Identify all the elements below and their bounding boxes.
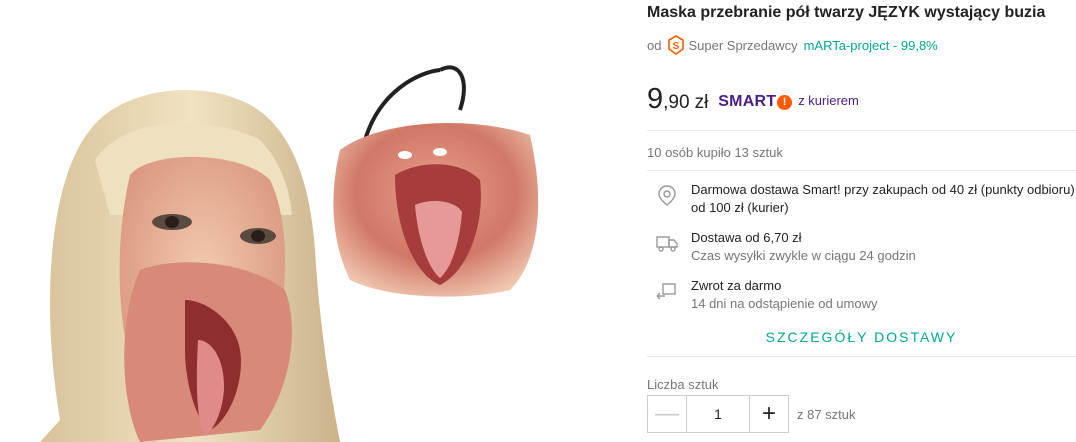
super-seller-label: Super Sprzedawcy bbox=[688, 37, 798, 53]
price-decimal: ,90 bbox=[663, 92, 690, 113]
divider bbox=[647, 130, 1076, 131]
dispatch-time: Czas wysyłki zwykle w ciągu 24 godzin bbox=[691, 248, 916, 263]
product-photo bbox=[40, 65, 539, 442]
delivery-details-link[interactable]: SZCZEGÓŁY DOSTAWY bbox=[647, 329, 1076, 345]
free-return: Zwrot za darmo bbox=[691, 278, 782, 293]
location-pin-icon bbox=[658, 185, 676, 206]
price-row: 9 ,90 zł SMART! z kurierem bbox=[647, 83, 859, 116]
free-shipping-line2: od 100 zł (kurier) bbox=[691, 200, 789, 215]
super-seller-icon: S bbox=[668, 35, 685, 55]
seller-row: od S Super Sprzedawcy mARTa-project - 99… bbox=[647, 35, 938, 55]
return-period: 14 dni na odstąpienie od umowy bbox=[691, 296, 878, 311]
return-icon bbox=[656, 283, 676, 300]
divider bbox=[647, 356, 1076, 357]
product-title: Maska przebranie pół twarzy JĘZYK wystaj… bbox=[647, 4, 1046, 21]
smart-label: SMART bbox=[718, 93, 777, 110]
quantity-stepper: — 1 + bbox=[647, 395, 789, 433]
quantity-label: Liczba sztuk bbox=[647, 377, 719, 392]
smart-exclamation-icon: ! bbox=[777, 95, 793, 110]
decrease-quantity-button[interactable]: — bbox=[648, 396, 687, 432]
delivery-cost: Dostawa od 6,70 zł bbox=[691, 230, 802, 245]
seller-link[interactable]: mARTa-project - 99,8% bbox=[804, 38, 938, 53]
price-integer: 9 bbox=[647, 83, 664, 115]
free-shipping-line1: Darmowa dostawa Smart! przy zakupach od … bbox=[691, 182, 1075, 197]
quantity-available: z 87 sztuk bbox=[797, 407, 856, 422]
purchase-count: 10 osób kupiło 13 sztuk bbox=[647, 145, 783, 160]
svg-text:S: S bbox=[673, 41, 680, 52]
quantity-input[interactable]: 1 bbox=[687, 396, 749, 432]
product-image[interactable] bbox=[0, 0, 640, 442]
seller-prefix: od bbox=[647, 37, 662, 53]
increase-quantity-button[interactable]: + bbox=[749, 396, 788, 432]
product-info-panel: Maska przebranie pół twarzy JĘZYK wystaj… bbox=[647, 0, 1076, 442]
courier-label: z kurierem bbox=[798, 93, 859, 108]
divider bbox=[647, 170, 1076, 171]
smart-logo: SMART! bbox=[718, 93, 793, 111]
price-currency: zł bbox=[694, 92, 709, 113]
delivery-truck-icon bbox=[656, 236, 678, 252]
